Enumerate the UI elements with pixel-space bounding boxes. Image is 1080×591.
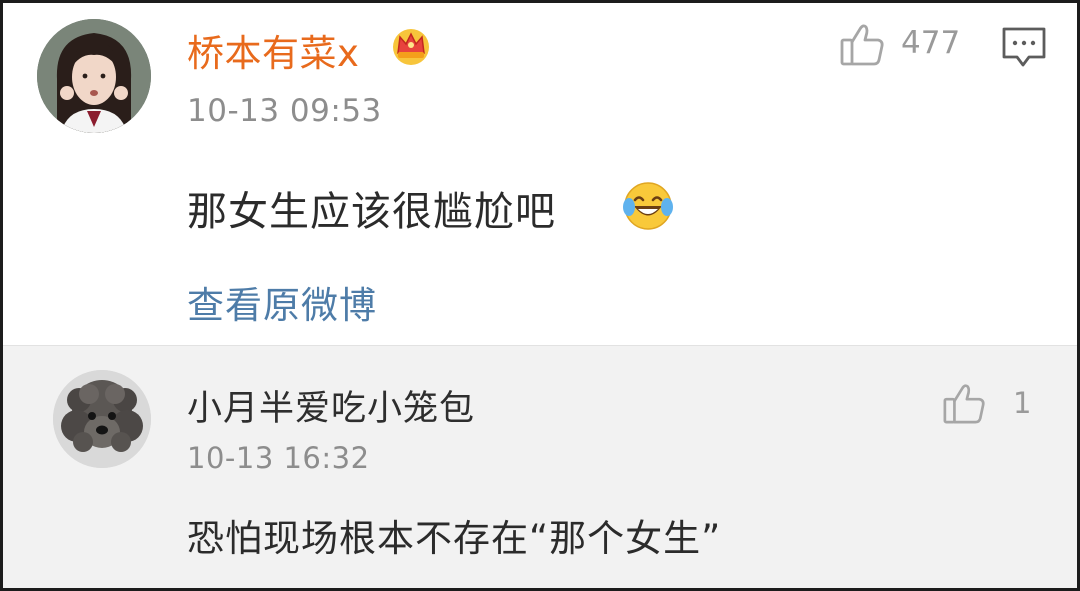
avatar[interactable]	[37, 19, 151, 133]
laughing-crying-emoji	[623, 181, 673, 231]
reply-card: 小月半爱吃小笼包 10-13 16:32 1 恐怕现场根本不存在“那个女生”	[3, 346, 1077, 588]
like-count: 1	[1013, 386, 1032, 420]
reply-text: 恐怕现场根本不存在“那个女生”	[187, 517, 722, 560]
crown-icon	[389, 23, 433, 67]
reply-timestamp: 10-13 16:32	[187, 441, 370, 475]
comment-reply-icon[interactable]	[1001, 25, 1047, 69]
thumbs-up-icon[interactable]	[941, 381, 987, 425]
like-count: 477	[901, 25, 961, 61]
avatar-portrait-image	[37, 19, 151, 133]
screenshot-frame: 桥本有菜x 10-13 09:53 477 那女生应该很尴尬吧 查看原微博 小月…	[0, 0, 1080, 591]
thumbs-up-icon[interactable]	[839, 21, 885, 67]
reply-username[interactable]: 小月半爱吃小笼包	[187, 380, 475, 431]
avatar[interactable]	[53, 370, 151, 468]
comment-card: 桥本有菜x 10-13 09:53 477 那女生应该很尴尬吧 查看原微博	[3, 3, 1077, 345]
comment-timestamp: 10-13 09:53	[187, 93, 382, 129]
view-original-link[interactable]: 查看原微博	[187, 275, 377, 329]
comment-username[interactable]: 桥本有菜x	[187, 23, 359, 77]
comment-text: 那女生应该很尴尬吧	[187, 189, 556, 235]
avatar-dog-image	[53, 370, 151, 468]
